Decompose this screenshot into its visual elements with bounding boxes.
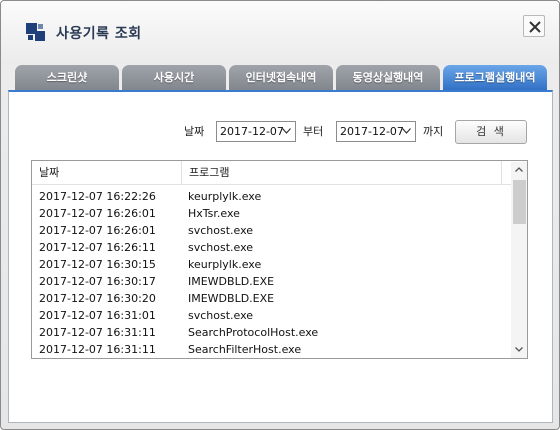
content-panel: 날짜 2017-12-07 부터 2017-12-07 까지 검 색 날짜 프로… xyxy=(8,90,553,423)
tab-usage-time[interactable]: 사용시간 xyxy=(122,65,226,90)
row-program: SearchFilterHost.exe xyxy=(188,343,302,356)
vertical-scrollbar[interactable] xyxy=(511,162,527,358)
row-program: IMEWDBLD.EXE xyxy=(188,275,275,288)
start-date-value: 2017-12-07 xyxy=(220,125,284,138)
row-program: IMEWDBLD.EXE xyxy=(188,292,275,305)
table-row[interactable]: 2017-12-07 16:22:26 keurplylk.exe xyxy=(32,188,510,205)
table-row[interactable]: 2017-12-07 16:31:11 SearchFilterHost.exe xyxy=(32,341,510,358)
tab-bar: 스크린샷 사용시간 인터넷접속내역 동영상실행내역 프로그램실행내역 xyxy=(15,65,549,91)
tab-internet-history[interactable]: 인터넷접속내역 xyxy=(229,65,333,90)
window-title: 사용기록 조회 xyxy=(56,26,142,42)
arrow-down-icon xyxy=(515,347,523,352)
from-label: 부터 xyxy=(303,125,324,138)
table-row[interactable]: 2017-12-07 16:26:01 HxTsr.exe xyxy=(32,205,510,222)
title-bar: 사용기록 조회 xyxy=(1,1,559,63)
app-logo-icon xyxy=(25,22,47,44)
close-button[interactable] xyxy=(523,15,545,37)
row-date: 2017-12-07 16:30:17 xyxy=(39,275,156,288)
end-date-select[interactable]: 2017-12-07 xyxy=(336,121,416,142)
tab-screenshot[interactable]: 스크린샷 xyxy=(15,65,119,90)
row-program: keurplylk.exe xyxy=(188,190,262,203)
start-date-select[interactable]: 2017-12-07 xyxy=(216,121,296,142)
list-header: 날짜 프로그램 xyxy=(32,161,511,185)
row-date: 2017-12-07 16:26:01 xyxy=(39,207,156,220)
row-date: 2017-12-07 16:30:15 xyxy=(39,258,156,271)
table-row[interactable]: 2017-12-07 16:26:01 svchost.exe xyxy=(32,222,510,239)
column-header-program[interactable]: 프로그램 xyxy=(182,161,502,185)
table-row[interactable]: 2017-12-07 16:31:01 svchost.exe xyxy=(32,307,510,324)
tab-program-history[interactable]: 프로그램실행내역 xyxy=(443,65,547,91)
table-row[interactable]: 2017-12-07 16:26:11 svchost.exe xyxy=(32,239,510,256)
row-date: 2017-12-07 16:31:01 xyxy=(39,309,156,322)
table-row[interactable]: 2017-12-07 16:30:17 IMEWDBLD.EXE xyxy=(32,273,510,290)
row-date: 2017-12-07 16:26:11 xyxy=(39,241,156,254)
row-date: 2017-12-07 16:31:11 xyxy=(39,326,156,339)
column-header-date[interactable]: 날짜 xyxy=(32,161,182,185)
to-label: 까지 xyxy=(423,125,444,138)
filter-bar: 날짜 2017-12-07 부터 2017-12-07 까지 검 색 xyxy=(9,92,554,144)
row-date: 2017-12-07 16:22:26 xyxy=(39,190,156,203)
row-program: keurplylk.exe xyxy=(188,258,262,271)
usage-history-window: 사용기록 조회 스크린샷 사용시간 인터넷접속내역 동영상실행내역 프로그램실행… xyxy=(0,0,560,430)
list-rows: 2017-12-07 16:22:26 keurplylk.exe 2017-12… xyxy=(32,188,510,358)
close-icon xyxy=(529,21,541,33)
scroll-down-button[interactable] xyxy=(511,342,527,358)
row-program: svchost.exe xyxy=(188,224,254,237)
row-date: 2017-12-07 16:26:01 xyxy=(39,224,156,237)
row-program: HxTsr.exe xyxy=(188,207,240,220)
row-program: svchost.exe xyxy=(188,241,254,254)
tab-video-history[interactable]: 동영상실행내역 xyxy=(336,65,440,90)
scrollbar-thumb[interactable] xyxy=(513,180,526,224)
row-date: 2017-12-07 16:30:20 xyxy=(39,292,156,305)
search-button[interactable]: 검 색 xyxy=(455,120,527,144)
chevron-down-icon xyxy=(282,128,291,134)
program-history-list[interactable]: 날짜 프로그램 2017-12-07 16:22:26 keurplylk.exe… xyxy=(31,160,528,359)
table-row[interactable]: 2017-12-07 16:30:15 keurplylk.exe xyxy=(32,256,510,273)
row-program: SearchProtocolHost.exe xyxy=(188,326,319,339)
date-label: 날짜 xyxy=(184,125,205,138)
arrow-up-icon xyxy=(515,167,523,172)
row-program: svchost.exe xyxy=(188,309,254,322)
row-date: 2017-12-07 16:31:11 xyxy=(39,343,156,356)
scroll-up-button[interactable] xyxy=(511,162,527,178)
table-row[interactable]: 2017-12-07 16:30:20 IMEWDBLD.EXE xyxy=(32,290,510,307)
table-row[interactable]: 2017-12-07 16:31:11 SearchProtocolHost.ex… xyxy=(32,324,510,341)
end-date-value: 2017-12-07 xyxy=(340,125,404,138)
chevron-down-icon xyxy=(402,128,411,134)
